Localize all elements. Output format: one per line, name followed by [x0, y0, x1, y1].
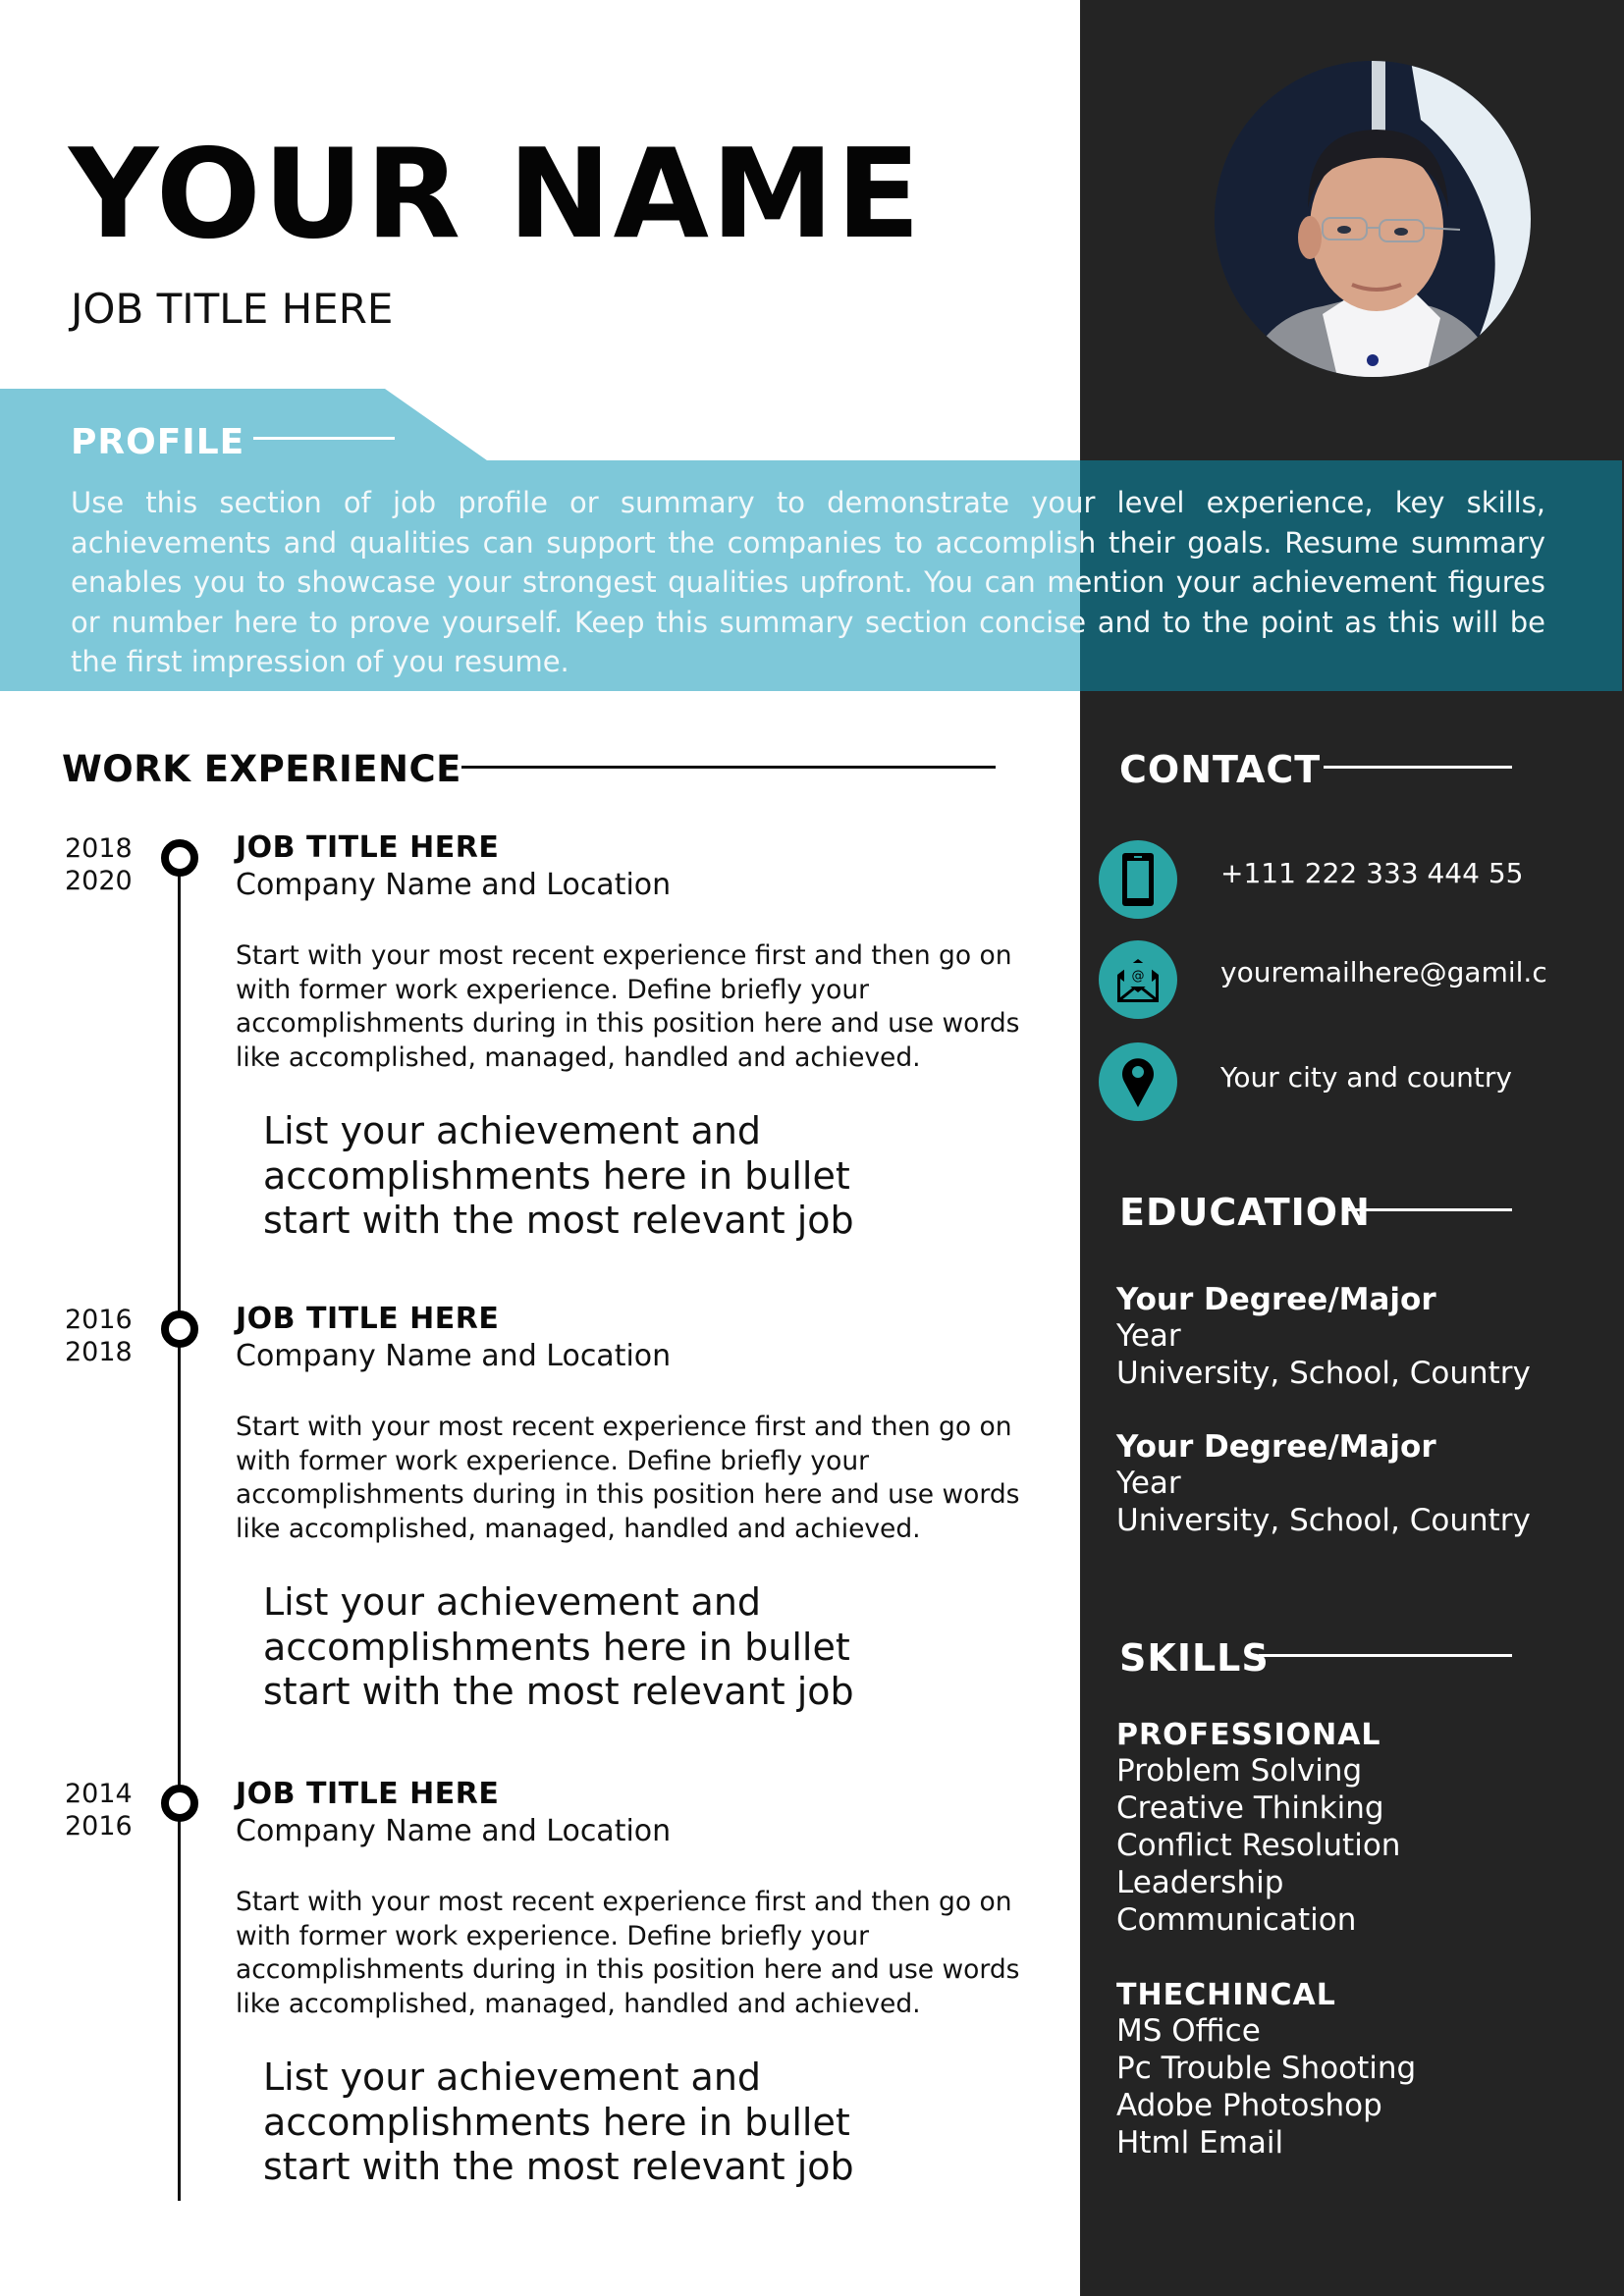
achievement-line: List your achievement and — [263, 2056, 762, 2099]
education-school: University, School, Country — [1116, 1503, 1531, 1538]
job-description: Start with your most recent experience f… — [236, 1412, 1020, 1544]
job-years: 2018 2020 — [65, 832, 133, 897]
job-years: 2014 2016 — [65, 1778, 133, 1842]
profile-heading-rule — [253, 437, 395, 440]
profile-photo — [1215, 61, 1531, 377]
timeline-line — [178, 874, 181, 2201]
contact-heading: CONTACT — [1119, 748, 1322, 791]
job-title: JOB TITLE HERE — [236, 1302, 500, 1336]
email-icon: @ — [1099, 940, 1177, 1019]
phone-icon — [1099, 840, 1177, 919]
timeline-node — [161, 1310, 198, 1348]
job-title: JOB TITLE HERE — [236, 1777, 500, 1811]
achievement-line: accomplishments here in bullet — [263, 1625, 850, 1669]
job-year-end: 2018 — [65, 1337, 133, 1367]
achievement-line: start with the most relevant job — [263, 2145, 854, 2188]
achievement-line: start with the most relevant job — [263, 1199, 854, 1242]
work-experience-heading: WORK EXPERIENCE — [62, 748, 461, 790]
job-description: Start with your most recent experience f… — [236, 940, 1020, 1073]
job-company: Company Name and Location — [236, 868, 672, 902]
skill-item: Adobe Photoshop — [1116, 2088, 1382, 2123]
job-year-start: 2014 — [65, 1779, 133, 1809]
skill-item: Creative Thinking — [1116, 1790, 1384, 1826]
contact-phone[interactable]: +111 222 333 444 55 — [1220, 857, 1523, 889]
job-achievements: List your achievement and accomplishment… — [263, 1109, 950, 1244]
skills-heading: SKILLS — [1119, 1636, 1270, 1680]
education-heading: EDUCATION — [1119, 1191, 1371, 1234]
contact-email[interactable]: youremailhere@gamil.c — [1220, 956, 1547, 988]
candidate-job-title: JOB TITLE HERE — [71, 285, 394, 333]
svg-text:@: @ — [1132, 969, 1145, 984]
job-description: Start with your most recent experience f… — [236, 1887, 1020, 2019]
envelope-glyph: @ — [1117, 959, 1159, 1002]
skills-heading-rule — [1259, 1654, 1512, 1657]
job-company: Company Name and Location — [236, 1339, 672, 1373]
achievement-line: List your achievement and — [263, 1109, 762, 1152]
education-year: Year — [1116, 1466, 1181, 1501]
work-experience-rule — [461, 766, 996, 769]
skills-group-professional: PROFESSIONAL Problem Solving Creative Th… — [1116, 1718, 1400, 1939]
job-title: JOB TITLE HERE — [236, 830, 500, 865]
timeline-node — [161, 839, 198, 877]
job-year-start: 2018 — [65, 833, 133, 864]
education-year: Year — [1116, 1318, 1181, 1354]
skill-item: MS Office — [1116, 2013, 1261, 2049]
education-degree: Your Degree/Major — [1116, 1282, 1436, 1317]
achievement-line: List your achievement and — [263, 1580, 762, 1624]
job-year-start: 2016 — [65, 1305, 133, 1335]
skills-group-technical: THECHINCAL MS Office Pc Trouble Shooting… — [1116, 1978, 1416, 2162]
achievement-line: start with the most relevant job — [263, 1670, 854, 1713]
skills-group-heading: THECHINCAL — [1116, 1978, 1336, 2012]
job-achievements: List your achievement and accomplishment… — [263, 2056, 950, 2190]
job-year-end: 2020 — [65, 866, 133, 896]
job-years: 2016 2018 — [65, 1304, 133, 1368]
education-entry: Your Degree/Major Year University, Schoo… — [1116, 1429, 1531, 1539]
timeline-node — [161, 1785, 198, 1822]
skill-item: Problem Solving — [1116, 1753, 1363, 1789]
skill-item: Leadership — [1116, 1865, 1284, 1900]
skill-item: Html Email — [1116, 2125, 1284, 2161]
skill-item: Pc Trouble Shooting — [1116, 2051, 1417, 2086]
job-achievements: List your achievement and accomplishment… — [263, 1580, 950, 1715]
profile-summary: Use this section of job profile or summa… — [71, 486, 1545, 678]
education-school: University, School, Country — [1116, 1356, 1531, 1391]
skill-item: Conflict Resolution — [1116, 1828, 1401, 1863]
contact-location: Your city and country — [1220, 1061, 1512, 1094]
achievement-line: accomplishments here in bullet — [263, 1153, 850, 1198]
profile-heading: PROFILE — [71, 422, 245, 462]
job-company: Company Name and Location — [236, 1814, 672, 1848]
education-degree: Your Degree/Major — [1116, 1429, 1436, 1465]
education-heading-rule — [1347, 1208, 1512, 1211]
location-pin-icon — [1099, 1042, 1177, 1121]
contact-heading-rule — [1324, 766, 1512, 769]
map-pin-glyph — [1122, 1058, 1154, 1107]
job-year-end: 2016 — [65, 1811, 133, 1842]
achievement-line: accomplishments here in bullet — [263, 2100, 850, 2144]
skill-item: Communication — [1116, 1902, 1357, 1938]
skills-group-heading: PROFESSIONAL — [1116, 1718, 1381, 1752]
candidate-name: YOUR NAME — [69, 122, 923, 266]
portrait-icon — [1215, 61, 1531, 377]
phone-glyph — [1122, 853, 1154, 906]
education-entry: Your Degree/Major Year University, Schoo… — [1116, 1282, 1531, 1392]
